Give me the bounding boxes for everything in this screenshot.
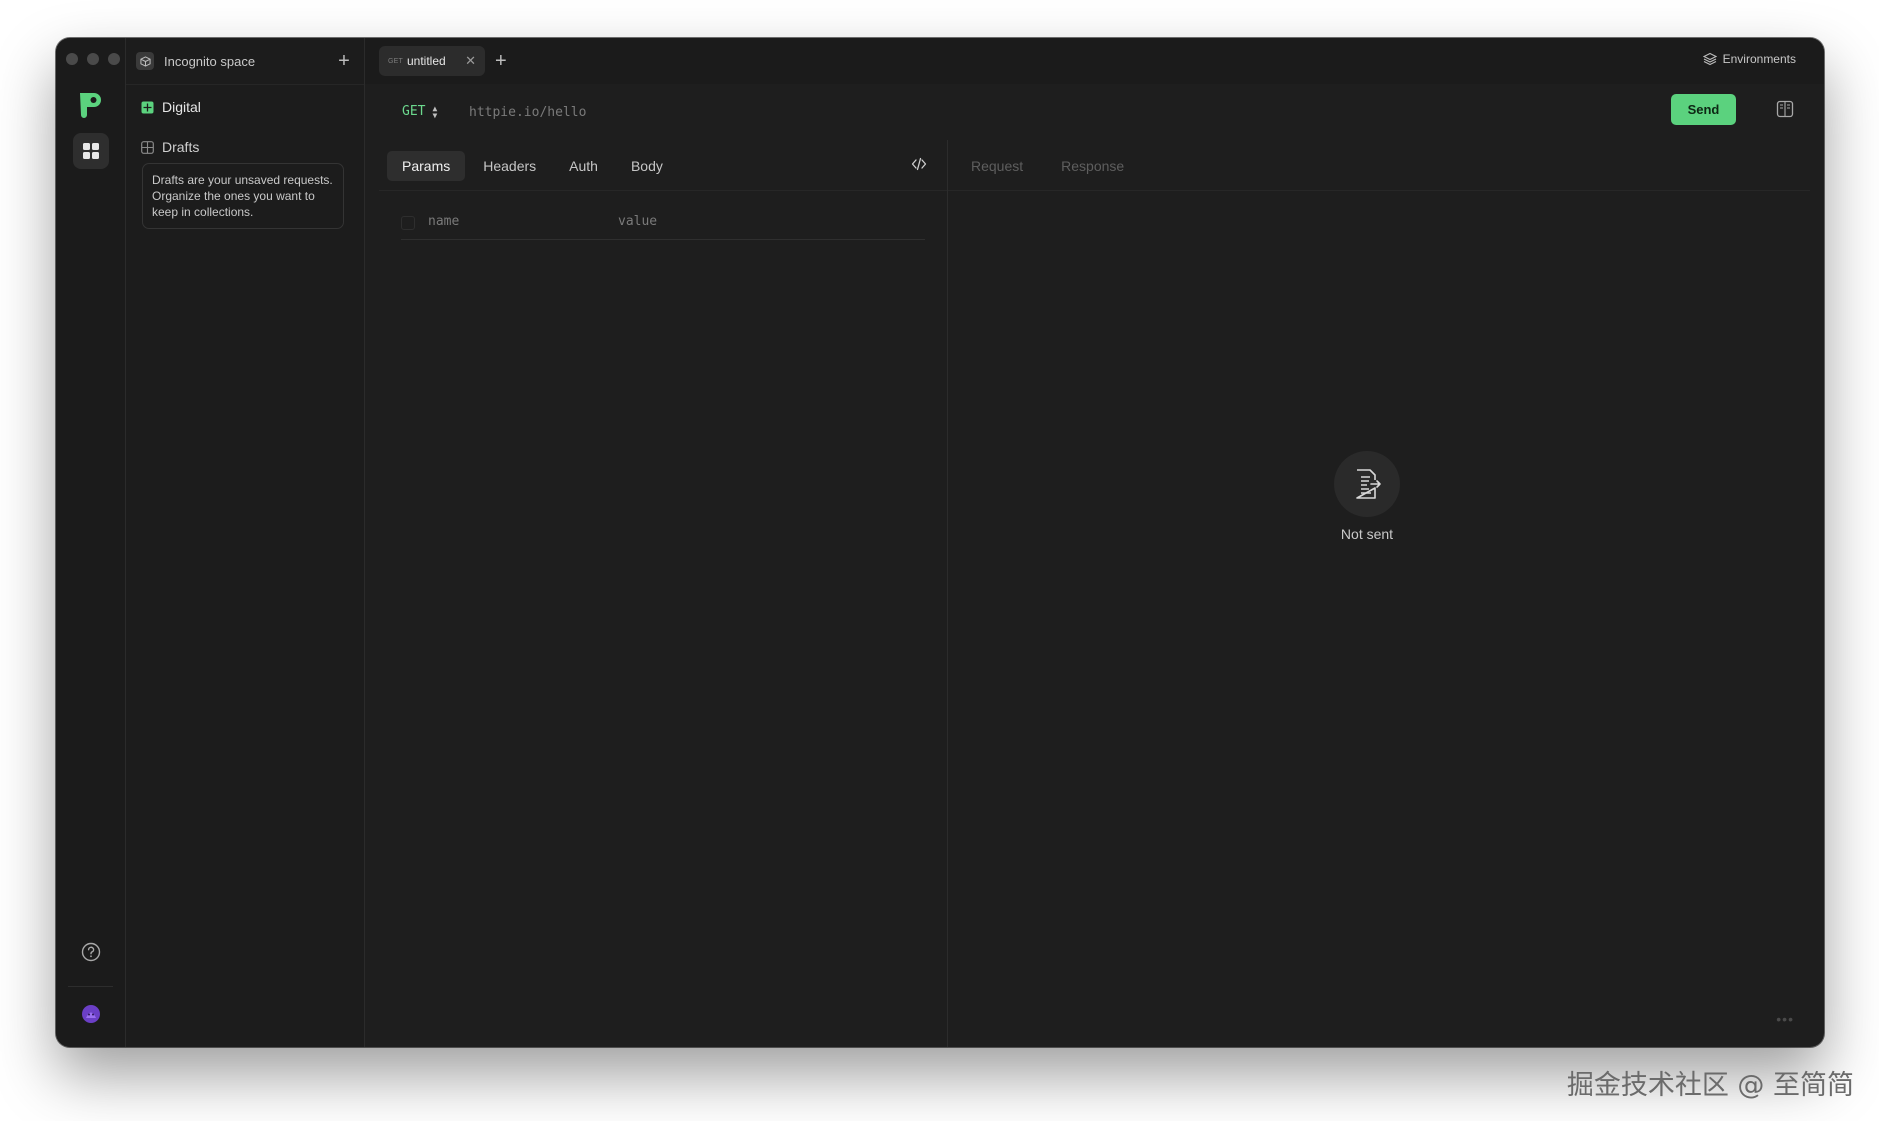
tab-headers[interactable]: Headers (468, 151, 551, 181)
tab-bar: GET untitled ✕ + Environments (365, 38, 1824, 84)
drafts-tooltip: Drafts are your unsaved requests. Organi… (142, 163, 344, 229)
sidebar-item-digital[interactable]: Digital (141, 93, 352, 121)
window-controls (66, 53, 120, 65)
request-tabs: Params Headers Auth Body (387, 151, 947, 181)
tab-auth[interactable]: Auth (554, 151, 613, 181)
zoom-window-button[interactable] (108, 53, 120, 65)
response-tabs-divider (948, 190, 1810, 191)
sidebar: Incognito space + Digital Drafts Drafts … (126, 38, 365, 1047)
drafts-icon (141, 140, 154, 154)
apps-grid-icon (83, 143, 99, 159)
response-tabs: Request Response (960, 151, 1151, 181)
collection-icon (141, 101, 154, 113)
sidebar-item-label: Digital (162, 99, 201, 115)
space-cube-icon (136, 52, 154, 70)
minimize-window-button[interactable] (87, 53, 99, 65)
environments-button[interactable]: Environments (1702, 52, 1796, 66)
method-select[interactable]: GET ▲ ▼ (402, 104, 437, 119)
more-options-icon[interactable]: ••• (1776, 1011, 1794, 1027)
environments-label: Environments (1722, 52, 1796, 66)
space-switcher[interactable]: Incognito space + (136, 46, 354, 76)
send-button[interactable]: Send (1671, 94, 1736, 125)
response-panel: Request Response Not sent ••• (948, 140, 1810, 1047)
help-button[interactable] (73, 934, 109, 970)
new-tab-button[interactable]: + (495, 51, 507, 71)
not-sent-label: Not sent (1340, 526, 1394, 542)
sidebar-item-drafts[interactable]: Drafts (141, 133, 352, 161)
add-collection-button[interactable]: + (334, 51, 354, 71)
sidebar-item-label: Drafts (162, 139, 200, 155)
close-tab-icon[interactable]: ✕ (465, 53, 476, 69)
panel-layout-icon[interactable] (1776, 100, 1794, 118)
tab-params[interactable]: Params (387, 151, 466, 181)
sidebar-divider (126, 84, 364, 85)
request-panel: Params Headers Auth Body name value (379, 140, 947, 1047)
request-tab[interactable]: GET untitled ✕ (379, 46, 485, 76)
layers-icon (1702, 52, 1717, 66)
tab-body[interactable]: Body (616, 151, 678, 181)
url-input[interactable] (469, 98, 1369, 126)
watermark: 掘金技术社区 @ 至简简 (1566, 1070, 1854, 1101)
close-window-button[interactable] (66, 53, 78, 65)
updown-chevron-icon: ▲ ▼ (432, 103, 438, 120)
param-value-field[interactable]: value (618, 214, 657, 229)
user-avatar-button[interactable] (73, 996, 109, 1032)
apps-grid-button[interactable] (73, 133, 109, 169)
param-enable-checkbox[interactable] (401, 215, 415, 230)
code-icon[interactable] (911, 157, 927, 171)
app-window: Incognito space + Digital Drafts Drafts … (56, 38, 1824, 1047)
help-circle-icon (81, 942, 101, 962)
method-label: GET (402, 104, 426, 119)
space-name: Incognito space (164, 53, 256, 69)
httpie-logo-icon (80, 93, 101, 118)
param-name-field[interactable]: name (428, 214, 618, 229)
tab-title: untitled (407, 54, 446, 68)
request-tabs-divider (379, 190, 947, 191)
param-row: name value (401, 208, 925, 240)
tab-response[interactable]: Response (1050, 158, 1135, 174)
url-bar: GET ▲▼ Send (365, 84, 1824, 140)
document-send-icon (1334, 451, 1400, 517)
activity-rail (56, 38, 126, 1047)
rail-divider (68, 986, 113, 987)
tab-method: GET (388, 57, 403, 65)
user-avatar-icon (82, 1005, 100, 1023)
tab-request[interactable]: Request (960, 158, 1034, 174)
